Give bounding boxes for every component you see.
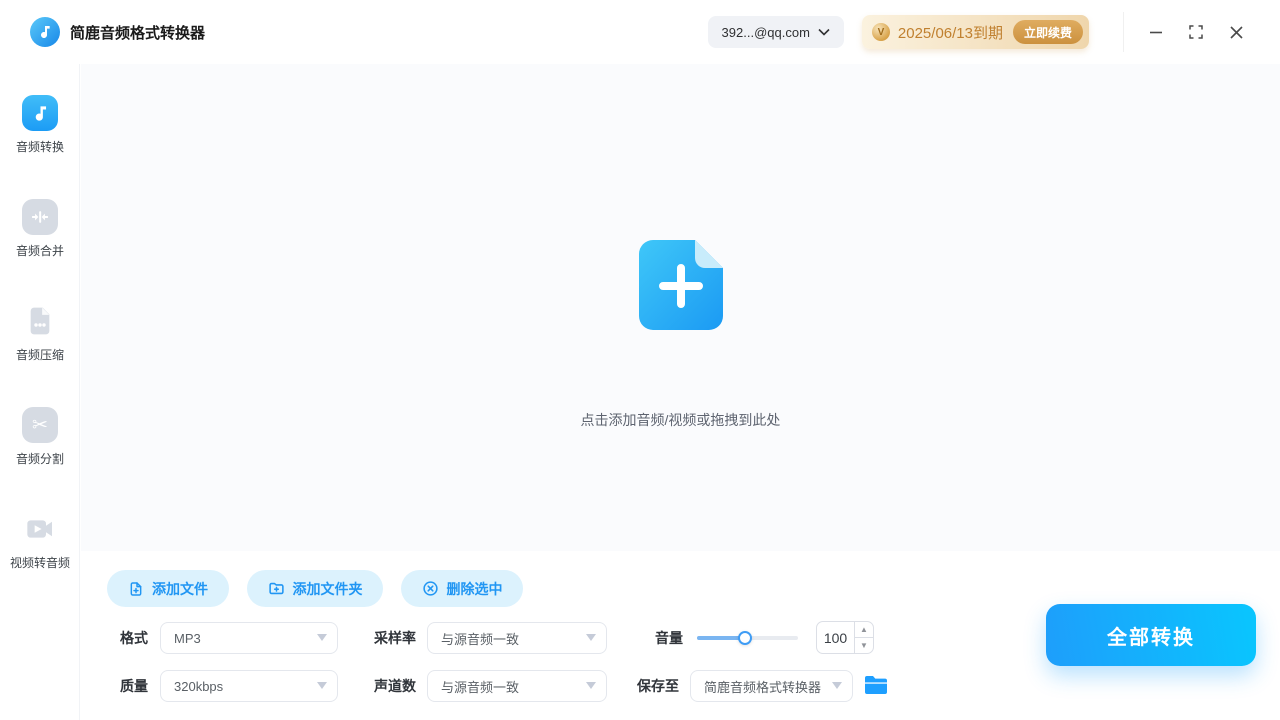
sample-rate-value: 与源音频一致: [441, 629, 519, 648]
window-controls: [1123, 12, 1256, 52]
video-camera-icon: [22, 511, 58, 547]
add-folder-label: 添加文件夹: [293, 579, 363, 599]
account-dropdown[interactable]: 392...@qq.com: [708, 16, 844, 48]
sidebar-item-audio-split[interactable]: ✂ 音频分割: [0, 407, 80, 467]
app-logo-icon: [30, 17, 60, 47]
channels-label: 声道数: [374, 670, 416, 702]
volume-input[interactable]: [817, 622, 854, 653]
minimize-button[interactable]: [1136, 12, 1176, 52]
scissors-icon: ✂: [22, 407, 58, 443]
compress-file-icon: [22, 303, 58, 339]
volume-slider-thumb[interactable]: [738, 631, 752, 645]
file-plus-small-icon: [128, 581, 144, 597]
account-email: 392...@qq.com: [722, 25, 810, 40]
vip-expiry-text: 2025/06/13到期: [898, 22, 1003, 43]
chevron-down-icon: [818, 28, 830, 36]
format-label: 格式: [120, 622, 148, 654]
dropdown-arrow-icon: [317, 634, 327, 641]
vip-expiry-badge[interactable]: V 2025/06/13到期 立即续费: [862, 15, 1089, 49]
sidebar-item-label: 音频压缩: [0, 346, 80, 363]
volume-number-input: ▲ ▼: [816, 621, 874, 654]
music-note-icon: [22, 95, 58, 131]
sidebar-item-audio-merge[interactable]: 音频合并: [0, 199, 80, 259]
stepper-down-icon[interactable]: ▼: [855, 638, 873, 653]
channels-dropdown[interactable]: 与源音频一致: [427, 670, 607, 702]
volume-stepper: ▲ ▼: [854, 622, 873, 653]
dropdown-arrow-icon: [586, 682, 596, 689]
save-to-value: 简鹿音频格式转换器: [704, 677, 821, 696]
sidebar-item-label: 音频分割: [0, 450, 80, 467]
add-folder-button[interactable]: 添加文件夹: [247, 570, 383, 607]
add-file-button[interactable]: 添加文件: [107, 570, 229, 607]
quality-value: 320kbps: [174, 679, 223, 694]
sidebar-item-audio-convert[interactable]: 音频转换: [0, 95, 80, 155]
save-to-label: 保存至: [637, 670, 679, 702]
delete-selected-label: 删除选中: [447, 579, 503, 599]
file-plus-icon[interactable]: [639, 240, 723, 330]
title-bar: 简鹿音频格式转换器 392...@qq.com V 2025/06/13到期 立…: [0, 0, 1280, 64]
file-drop-area[interactable]: 点击添加音频/视频或拖拽到此处: [81, 64, 1280, 551]
sample-rate-dropdown[interactable]: 与源音频一致: [427, 622, 607, 654]
stepper-up-icon[interactable]: ▲: [855, 622, 873, 638]
sidebar-item-label: 音频合并: [0, 242, 80, 259]
sidebar: 音频转换 音频合并 音频压缩 ✂ 音频分割 视频转音频: [0, 64, 80, 720]
sample-rate-label: 采样率: [374, 622, 416, 654]
open-folder-button[interactable]: [863, 673, 889, 699]
circle-x-icon: [422, 580, 439, 597]
dropdown-arrow-icon: [317, 682, 327, 689]
folder-icon: [864, 674, 888, 696]
volume-label: 音量: [655, 622, 683, 654]
sidebar-item-label: 音频转换: [0, 138, 80, 155]
bottom-panel: 添加文件 添加文件夹 删除选中 格式 MP3 采样率 与源音频一致 音量: [81, 551, 1280, 720]
delete-selected-button[interactable]: 删除选中: [401, 570, 523, 607]
app-title: 简鹿音频格式转换器: [70, 22, 205, 43]
save-to-dropdown[interactable]: 简鹿音频格式转换器: [690, 670, 853, 702]
merge-icon: [22, 199, 58, 235]
convert-all-button[interactable]: 全部转换: [1046, 604, 1256, 666]
format-value: MP3: [174, 631, 201, 646]
app-window: 简鹿音频格式转换器 392...@qq.com V 2025/06/13到期 立…: [0, 0, 1280, 720]
volume-slider[interactable]: [697, 636, 798, 640]
quality-label: 质量: [120, 670, 148, 702]
add-file-label: 添加文件: [152, 579, 208, 599]
drop-hint-text: 点击添加音频/视频或拖拽到此处: [81, 410, 1280, 430]
sidebar-item-audio-compress[interactable]: 音频压缩: [0, 303, 80, 363]
vip-crown-icon: V: [872, 23, 890, 41]
close-button[interactable]: [1216, 12, 1256, 52]
folder-plus-icon: [268, 580, 285, 597]
dropdown-arrow-icon: [832, 682, 842, 689]
quality-dropdown[interactable]: 320kbps: [160, 670, 338, 702]
renew-now-button[interactable]: 立即续费: [1013, 20, 1083, 44]
sidebar-item-label: 视频转音频: [0, 554, 80, 571]
dropdown-arrow-icon: [586, 634, 596, 641]
format-dropdown[interactable]: MP3: [160, 622, 338, 654]
channels-value: 与源音频一致: [441, 677, 519, 696]
maximize-button[interactable]: [1176, 12, 1216, 52]
sidebar-item-video-to-audio[interactable]: 视频转音频: [0, 511, 80, 571]
